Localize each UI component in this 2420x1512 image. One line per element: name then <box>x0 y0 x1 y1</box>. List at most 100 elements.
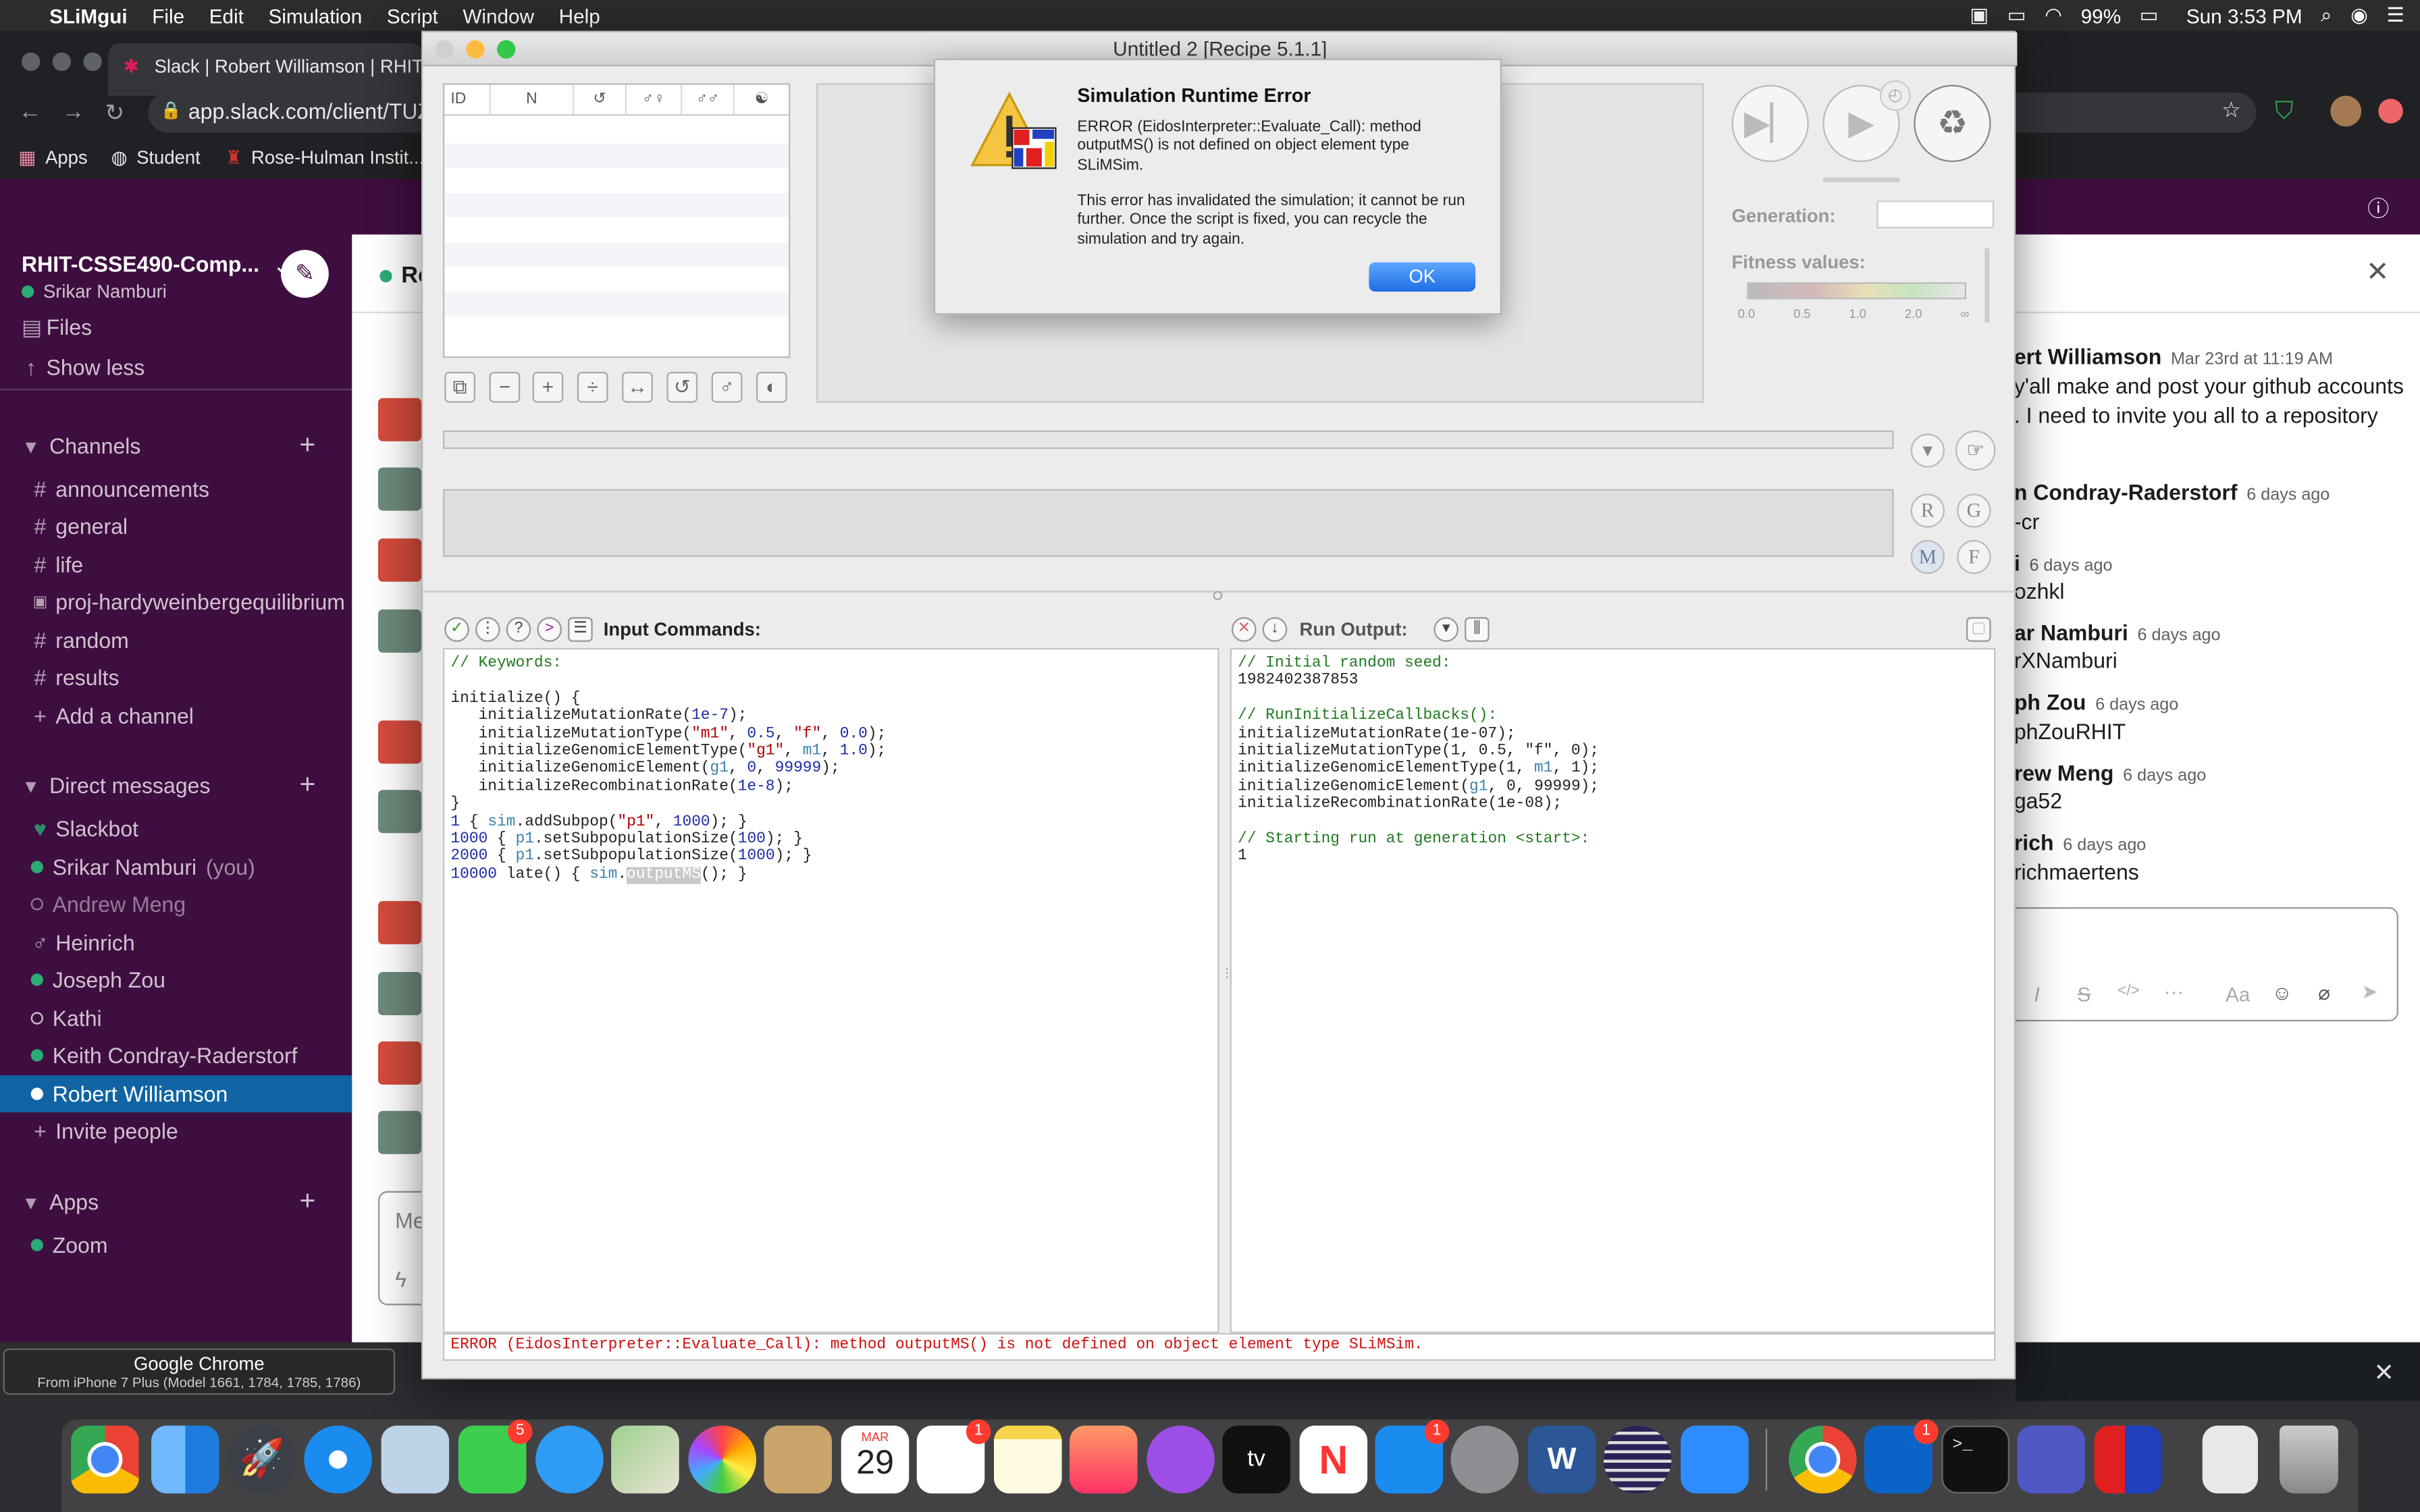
star-icon[interactable]: ☆ <box>2221 97 2241 124</box>
close-icon[interactable]: ✕ <box>2366 256 2389 288</box>
chromosome-f-button[interactable]: F <box>1957 539 1991 574</box>
siri-icon[interactable]: ◉ <box>2350 3 2368 28</box>
sidebar-item-results[interactable]: # results <box>31 659 119 696</box>
menu-file[interactable]: File <box>152 4 184 27</box>
chromosome-r-button[interactable]: R <box>1910 493 1945 528</box>
documents-stack-dock-icon[interactable] <box>2202 1425 2258 1494</box>
clear-output-button[interactable]: ✕ <box>1231 617 1257 642</box>
add-dm-icon[interactable]: + <box>299 768 315 801</box>
menu-simulation[interactable]: Simulation <box>268 4 362 27</box>
sidebar-item-files[interactable]: ▤ Files <box>22 308 92 346</box>
output-menu-button[interactable]: ▾ <box>1433 617 1458 642</box>
close-window-button[interactable] <box>435 40 454 59</box>
code-icon[interactable]: </> <box>2118 983 2140 1000</box>
extension-shield-icon[interactable]: ⛉ <box>2275 99 2293 126</box>
update-icon[interactable] <box>2378 99 2403 124</box>
slimgui-dock-icon[interactable] <box>2094 1425 2163 1494</box>
back-icon[interactable]: ← <box>18 99 41 125</box>
finder-dock-icon[interactable] <box>151 1425 219 1494</box>
outlook-dock-icon[interactable]: 1 <box>1864 1419 1939 1494</box>
add-subpop-button[interactable]: + <box>532 371 564 403</box>
chromosome-action-button[interactable]: ☞ <box>1955 430 1996 471</box>
minimize-window-button[interactable] <box>466 40 485 59</box>
avatar[interactable] <box>377 538 421 582</box>
avatar[interactable] <box>377 1041 421 1085</box>
speed-knob-icon[interactable]: ◴ <box>1879 80 1911 111</box>
selfing-button[interactable]: ↺ <box>666 371 698 403</box>
chrome-dock-icon[interactable] <box>1789 1425 1857 1494</box>
airplay-icon[interactable]: ▭ <box>2007 3 2026 28</box>
prettyprint-button[interactable]: ⋮ <box>475 617 500 642</box>
dump-population-button[interactable]: ↓ <box>1262 617 1288 642</box>
add-channel-button[interactable]: + Add a channel <box>31 697 194 734</box>
spotlight-icon[interactable]: ⌕ <box>2321 3 2332 28</box>
col-color[interactable]: ☯ <box>735 85 789 114</box>
migration-button[interactable]: ↔ <box>622 371 653 403</box>
col-id[interactable]: ID <box>444 84 491 115</box>
sidebar-item-srikar-namburi[interactable]: Srikar Namburi (you) <box>30 848 255 886</box>
sidebar-item-zoom[interactable]: Zoom <box>30 1226 108 1264</box>
run-output[interactable]: // Initial random seed: 1982402387853 //… <box>1230 647 1996 1333</box>
contacts-dock-icon[interactable] <box>764 1425 832 1494</box>
attach-icon[interactable]: ⌀ <box>2318 981 2330 1006</box>
bookmark-rose-hulman[interactable]: ♜ Rose-Hulman Instit... <box>226 142 424 173</box>
sidebar-item-announcements[interactable]: # announcements <box>31 470 209 508</box>
graph-button[interactable]: ⫼ <box>1465 617 1490 642</box>
terminal-dock-icon[interactable]: >_ <box>1941 1425 2009 1494</box>
emoji-icon[interactable]: ☺ <box>2272 981 2292 1004</box>
shortcuts-icon[interactable]: ϟ <box>395 1267 406 1292</box>
zoom-window-button[interactable] <box>496 40 516 59</box>
podcasts-dock-icon[interactable] <box>1147 1425 1215 1494</box>
wifi-icon[interactable]: ◠ <box>2045 3 2062 28</box>
sidebar-item-keith-condray-raderstorf[interactable]: Keith Condray-Raderstorf <box>30 1037 298 1074</box>
avatar[interactable] <box>377 900 421 944</box>
recycle-button[interactable]: ♻ <box>1914 84 1991 162</box>
news-dock-icon[interactable]: N <box>1299 1425 1368 1494</box>
avatar[interactable] <box>377 971 421 1015</box>
teams-dock-icon[interactable] <box>2017 1425 2085 1494</box>
channels-header[interactable]: ▾ Channels <box>22 427 141 464</box>
browser-button[interactable]: ☰ <box>568 617 593 642</box>
remove-subpop-button[interactable]: − <box>489 371 521 403</box>
compose-button[interactable]: ✎ <box>280 250 329 298</box>
col-selfing[interactable]: ↺ <box>574 84 627 115</box>
script-editor[interactable]: // Keywords: initialize() { initializeMu… <box>442 647 1219 1333</box>
message-author[interactable]: ph Zou 6 days ago <box>2014 690 2178 715</box>
avatar[interactable] <box>377 720 421 764</box>
eclipse-dock-icon[interactable] <box>1603 1425 1672 1494</box>
avatar[interactable] <box>377 398 421 441</box>
col-n[interactable]: N <box>491 84 575 115</box>
chromosome-view[interactable] <box>442 489 1894 558</box>
color-button[interactable]: ◐ <box>756 371 787 403</box>
splitter-handle[interactable] <box>1213 591 1223 601</box>
trash-dock-icon[interactable] <box>2279 1425 2338 1494</box>
split-subpop-button[interactable]: ÷ <box>577 371 608 403</box>
avatar[interactable] <box>377 467 421 511</box>
menu-help[interactable]: Help <box>559 4 600 27</box>
generation-field[interactable] <box>1876 200 1995 229</box>
system-preferences-dock-icon[interactable] <box>1450 1425 1519 1494</box>
chromosome-m-button[interactable]: M <box>1910 539 1945 574</box>
direct-messages-header[interactable]: ▾ Direct messages <box>22 767 211 804</box>
avatar[interactable] <box>377 790 421 834</box>
message-author[interactable]: ert Williamson Mar 23rd at 11:19 AM <box>2014 344 2333 369</box>
appstore-dock-icon[interactable]: 1 <box>1375 1419 1450 1494</box>
chromosome-menu-button[interactable]: ▾ <box>1910 433 1945 468</box>
calendar-dock-icon[interactable]: MAR 29 <box>841 1425 910 1494</box>
help-icon[interactable]: ⓘ <box>2367 193 2389 224</box>
speed-slider[interactable] <box>1822 177 1900 182</box>
sidebar-item-heinrich[interactable]: ♂ Heinrich <box>31 924 134 961</box>
notes-dock-icon[interactable] <box>993 1425 1062 1494</box>
bookmark-apps[interactable]: ▦ Apps <box>18 142 87 173</box>
reload-icon[interactable]: ↻ <box>105 99 124 127</box>
apps-header[interactable]: ▾ Apps <box>22 1183 99 1220</box>
facetime-dock-icon[interactable]: 5 <box>458 1419 533 1494</box>
app-menu-name[interactable]: SLiMgui <box>49 4 128 27</box>
more-icon[interactable]: ··· <box>2164 979 2184 1002</box>
sidebar-item-life[interactable]: # life <box>31 546 83 583</box>
preview-dock-icon[interactable] <box>381 1425 450 1494</box>
workspace-name[interactable]: RHIT-CSSE490-Comp... ⌄ <box>22 252 288 277</box>
reply-composer[interactable]: I S </> ··· Aa ☺ ⌀ ➤ <box>2014 907 2398 1022</box>
message-author[interactable]: n Condray-Raderstorf 6 days ago <box>2014 480 2330 505</box>
tv-dock-icon[interactable]: tv <box>1222 1425 1290 1494</box>
